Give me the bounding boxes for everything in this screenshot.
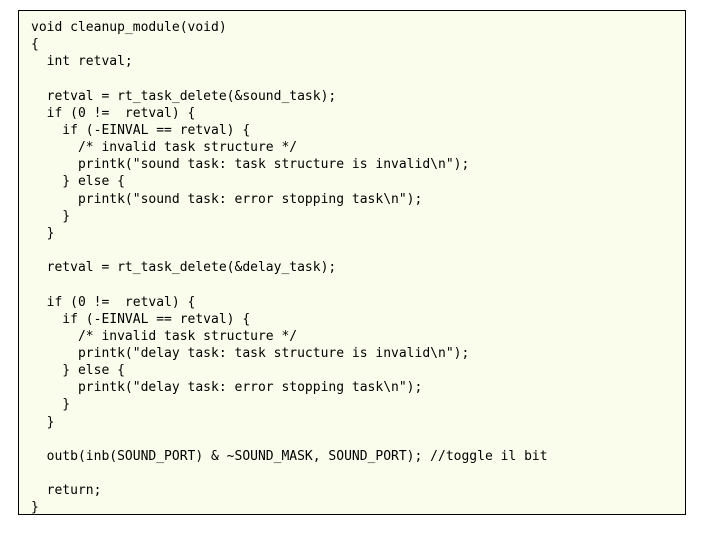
code-content: void cleanup_module(void) { int retval; …	[31, 19, 673, 515]
code-block-container: void cleanup_module(void) { int retval; …	[18, 10, 686, 515]
